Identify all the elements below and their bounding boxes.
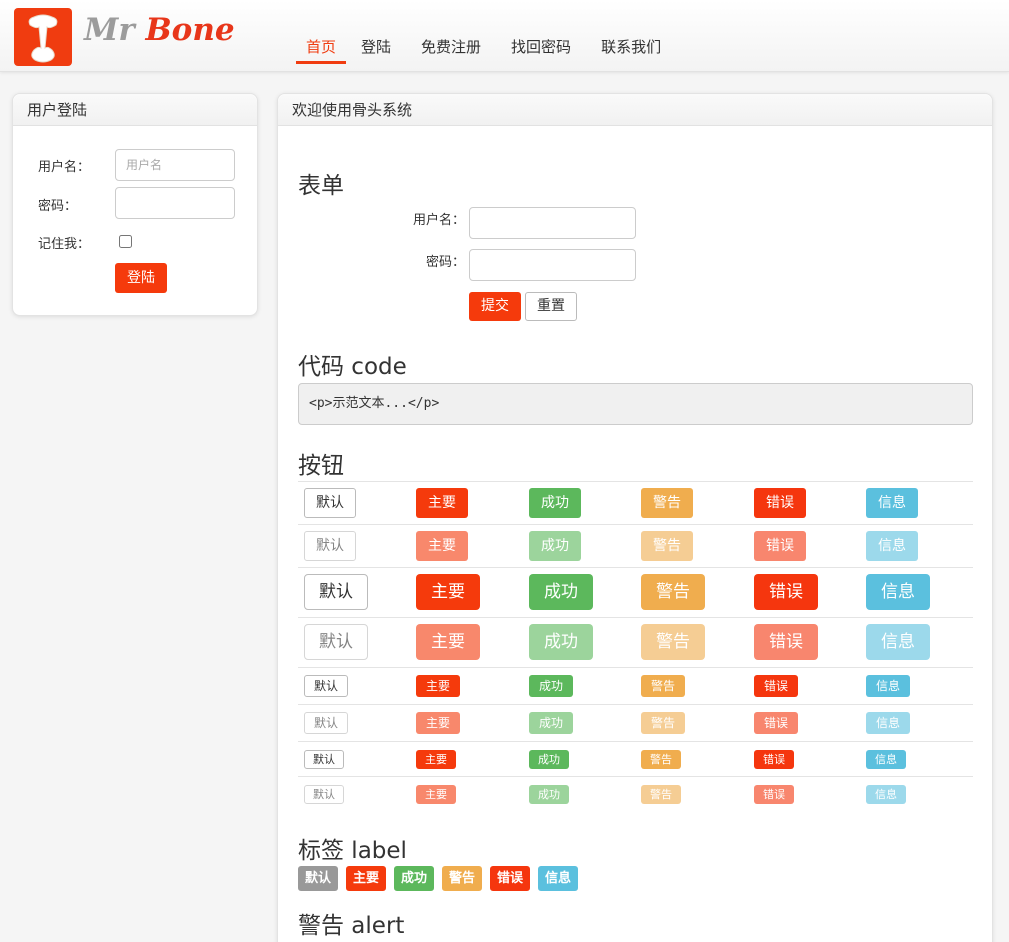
code-block: <p>示范文本...</p> [298, 383, 973, 425]
submit-button[interactable]: 提交 [469, 292, 521, 321]
warning-button-large-disabled[interactable]: 警告 [641, 624, 705, 660]
success-button-disabled[interactable]: 成功 [529, 531, 581, 561]
button-table-rule [298, 524, 973, 525]
default-button-small[interactable]: 默认 [304, 675, 348, 697]
default-button-large[interactable]: 默认 [304, 574, 368, 610]
default-button-large-disabled[interactable]: 默认 [304, 624, 368, 660]
top-navbar: Mr Bone 首页 登陆 免费注册 找回密码 联系我们 [0, 0, 1009, 72]
default-button-xs-disabled[interactable]: 默认 [304, 785, 344, 804]
primary-button-disabled[interactable]: 主要 [416, 531, 468, 561]
primary-button-large-disabled[interactable]: 主要 [416, 624, 480, 660]
label-success: 成功 [394, 866, 435, 891]
info-button-xs-disabled[interactable]: 信息 [866, 785, 906, 804]
danger-button-small-disabled[interactable]: 错误 [754, 712, 798, 734]
success-button-small-disabled[interactable]: 成功 [529, 712, 573, 734]
nav-register[interactable]: 免费注册 [406, 36, 496, 64]
buttons-heading: 按钮 [298, 453, 344, 479]
nav-recover-password[interactable]: 找回密码 [496, 36, 586, 64]
brand-name[interactable]: Mr Bone [84, 12, 235, 48]
info-button-small-disabled[interactable]: 信息 [866, 712, 910, 734]
primary-button-small-disabled[interactable]: 主要 [416, 712, 460, 734]
warning-button-small-disabled[interactable]: 警告 [641, 712, 685, 734]
danger-button-xs-disabled[interactable]: 错误 [754, 785, 794, 804]
danger-button-large[interactable]: 错误 [754, 574, 818, 610]
success-button-xs-disabled[interactable]: 成功 [529, 785, 569, 804]
form-username-label: 用户名： [413, 213, 466, 228]
sidebar-remember-label: 记住我： [38, 237, 91, 252]
alert-heading: 警告 alert [298, 913, 405, 939]
warning-button-xs-disabled[interactable]: 警告 [641, 785, 681, 804]
info-button[interactable]: 信息 [866, 488, 918, 518]
reset-button[interactable]: 重置 [525, 292, 577, 321]
button-table-rule [298, 481, 973, 482]
brand-part-2: Bone [145, 12, 235, 48]
sidebar-login-button[interactable]: 登陆 [115, 263, 167, 293]
info-button-disabled[interactable]: 信息 [866, 531, 918, 561]
brand-part-1: Mr [84, 12, 135, 48]
danger-button-large-disabled[interactable]: 错误 [754, 624, 818, 660]
button-table-rule [298, 617, 973, 618]
default-button[interactable]: 默认 [304, 488, 356, 518]
warning-button-large[interactable]: 警告 [641, 574, 705, 610]
default-button-small-disabled[interactable]: 默认 [304, 712, 348, 734]
nav-home[interactable]: 首页 [296, 36, 347, 64]
form-username-input[interactable] [469, 207, 636, 239]
button-table-rule [298, 567, 973, 568]
primary-button-large[interactable]: 主要 [416, 574, 480, 610]
button-table-rule [298, 741, 973, 742]
nav-login[interactable]: 登陆 [346, 36, 406, 64]
warning-button-disabled[interactable]: 警告 [641, 531, 693, 561]
label-warning: 警告 [442, 866, 483, 891]
primary-button[interactable]: 主要 [416, 488, 468, 518]
sidebar-password-input[interactable] [115, 187, 235, 219]
label-info: 信息 [538, 866, 579, 891]
warning-button-xs[interactable]: 警告 [641, 750, 681, 769]
danger-button-small[interactable]: 错误 [754, 675, 798, 697]
sidebar-username-input[interactable] [115, 149, 235, 181]
button-table-rule [298, 704, 973, 705]
form-heading: 表单 [298, 173, 344, 199]
label-primary: 主要 [346, 866, 387, 891]
warning-button-small[interactable]: 警告 [641, 675, 685, 697]
sidebar-password-label: 密码： [38, 199, 78, 214]
button-table-rule [298, 667, 973, 668]
form-password-input[interactable] [469, 249, 636, 281]
login-panel-title: 用户登陆 [13, 94, 257, 126]
label-default: 默认 [298, 866, 339, 891]
main-panel-title: 欢迎使用骨头系统 [278, 94, 992, 126]
success-button-xs[interactable]: 成功 [529, 750, 569, 769]
nav-contact[interactable]: 联系我们 [586, 36, 676, 64]
success-button[interactable]: 成功 [529, 488, 581, 518]
primary-button-small[interactable]: 主要 [416, 675, 460, 697]
form-password-label: 密码： [426, 255, 466, 270]
label-heading: 标签 label [298, 838, 407, 864]
info-button-large-disabled[interactable]: 信息 [866, 624, 930, 660]
primary-button-xs-disabled[interactable]: 主要 [416, 785, 456, 804]
success-button-small[interactable]: 成功 [529, 675, 573, 697]
danger-button[interactable]: 错误 [754, 488, 806, 518]
info-button-xs[interactable]: 信息 [866, 750, 906, 769]
remember-me-checkbox[interactable] [119, 235, 132, 248]
success-button-large[interactable]: 成功 [529, 574, 593, 610]
warning-button[interactable]: 警告 [641, 488, 693, 518]
default-button-xs[interactable]: 默认 [304, 750, 344, 769]
danger-button-disabled[interactable]: 错误 [754, 531, 806, 561]
info-button-small[interactable]: 信息 [866, 675, 910, 697]
button-table-rule [298, 776, 973, 777]
info-button-large[interactable]: 信息 [866, 574, 930, 610]
main-nav: 首页 登陆 免费注册 找回密码 联系我们 [296, 36, 676, 64]
danger-button-xs[interactable]: 错误 [754, 750, 794, 769]
bone-logo-icon[interactable] [14, 8, 72, 66]
label-danger: 错误 [490, 866, 531, 891]
code-heading: 代码 code [298, 354, 407, 380]
default-button-disabled[interactable]: 默认 [304, 531, 356, 561]
sidebar-username-label: 用户名： [38, 160, 91, 175]
primary-button-xs[interactable]: 主要 [416, 750, 456, 769]
success-button-large-disabled[interactable]: 成功 [529, 624, 593, 660]
